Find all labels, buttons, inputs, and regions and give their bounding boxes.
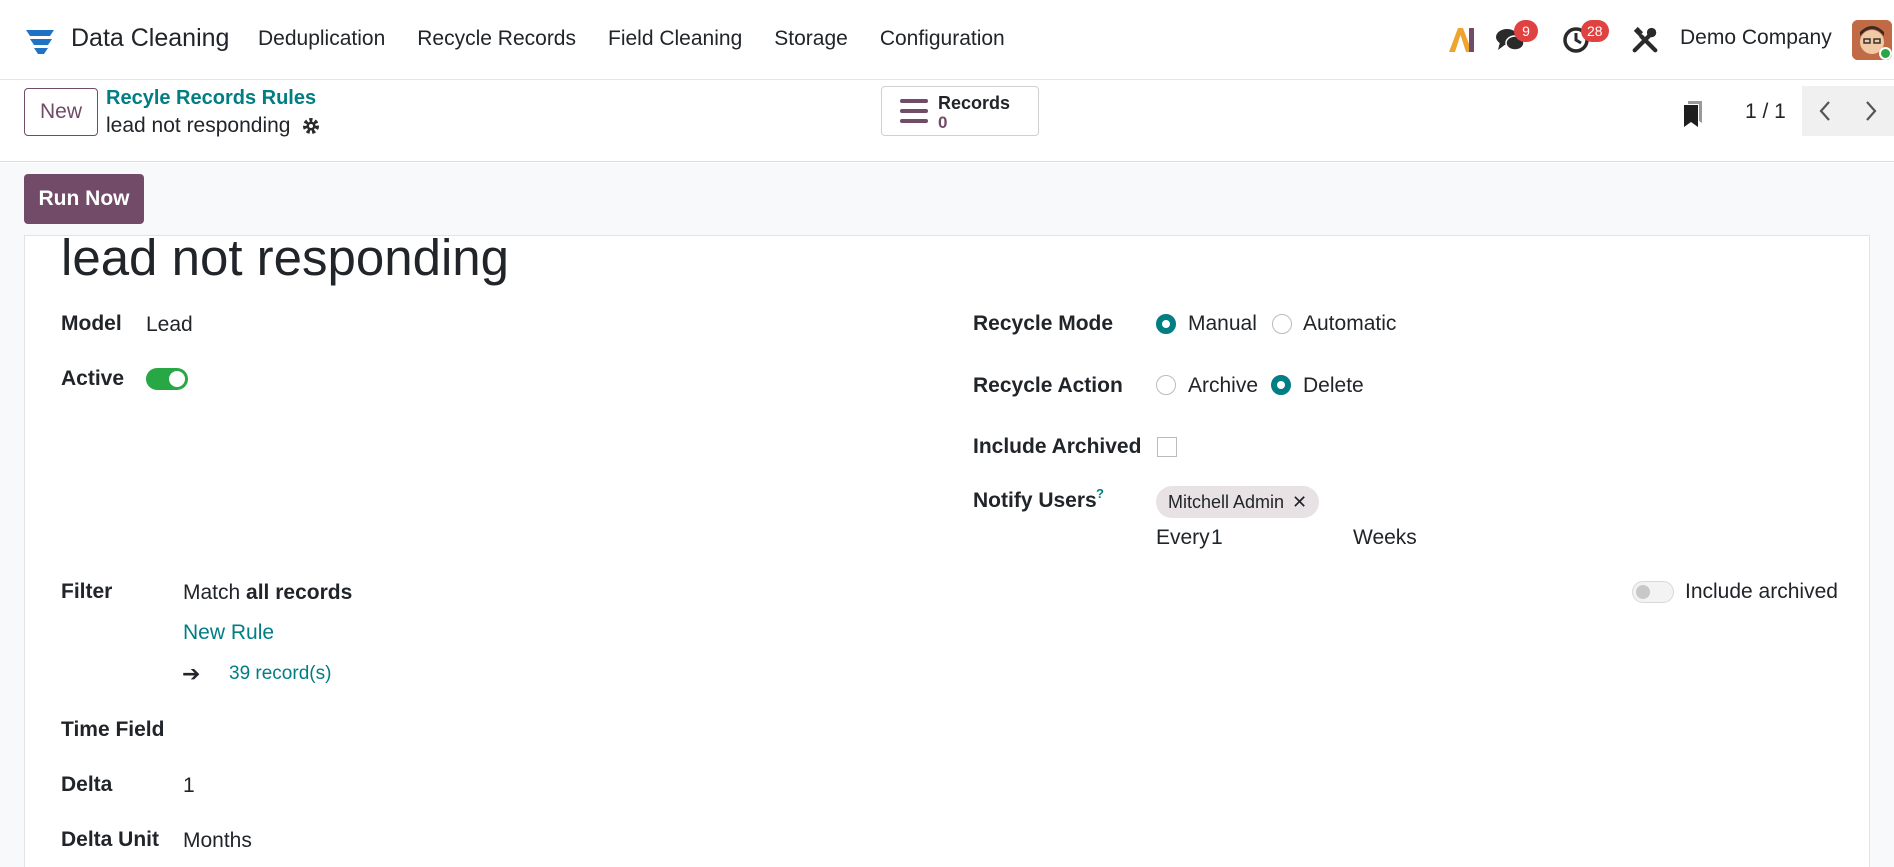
- filter-label: Filter: [61, 580, 113, 603]
- chevron-left-icon: [1819, 101, 1830, 121]
- run-now-button[interactable]: Run Now: [24, 174, 144, 224]
- menu-field-cleaning[interactable]: Field Cleaning: [608, 27, 742, 51]
- pager-next-button[interactable]: [1848, 86, 1894, 136]
- records-count-link[interactable]: 39 record(s): [229, 663, 331, 685]
- notify-user-tag-label: Mitchell Admin: [1168, 492, 1285, 512]
- recycle-action-delete-radio[interactable]: [1271, 375, 1291, 395]
- help-tooltip-icon[interactable]: ?: [1096, 486, 1104, 501]
- menu-storage[interactable]: Storage: [774, 27, 848, 51]
- delta-unit-label: Delta Unit: [61, 828, 160, 851]
- main-menu: Deduplication Recycle Records Field Clea…: [258, 27, 1037, 51]
- notify-every-label: Every: [1156, 526, 1210, 549]
- pager-value[interactable]: 1 / 1: [1745, 100, 1786, 124]
- menu-deduplication[interactable]: Deduplication: [258, 27, 385, 51]
- top-navbar: Data Cleaning Deduplication Recycle Reco…: [0, 0, 1894, 80]
- menu-configuration[interactable]: Configuration: [880, 27, 1005, 51]
- new-button[interactable]: New: [24, 88, 98, 136]
- arrow-right-icon: ➔: [182, 661, 201, 686]
- ai-icon[interactable]: [1445, 24, 1477, 56]
- messages-badge: 9: [1514, 20, 1538, 42]
- smart-button-label: Records: [938, 93, 1011, 113]
- filter-prefix: Match: [183, 581, 241, 604]
- filter-description: Match all records: [183, 581, 352, 605]
- app-logo-icon[interactable]: [24, 26, 56, 58]
- recycle-mode-manual-radio[interactable]: [1156, 314, 1176, 334]
- include-archived-toggle-label[interactable]: Include archived: [1685, 580, 1838, 604]
- record-breadcrumb-title: lead not responding: [106, 114, 291, 137]
- recycle-action-archive-label[interactable]: Archive: [1188, 374, 1258, 398]
- include-archived-checkbox[interactable]: [1157, 437, 1177, 457]
- delta-value[interactable]: 1: [183, 774, 195, 798]
- recycle-mode-label: Recycle Mode: [973, 312, 1114, 335]
- recycle-action-label: Recycle Action: [973, 374, 1123, 397]
- avatar[interactable]: [1852, 20, 1892, 60]
- include-archived-toggle[interactable]: [1632, 581, 1674, 603]
- new-rule-link[interactable]: New Rule: [183, 621, 274, 645]
- active-toggle[interactable]: [146, 368, 188, 390]
- record-title[interactable]: lead not responding: [61, 228, 509, 287]
- delta-label: Delta: [61, 773, 113, 796]
- include-archived-label: Include Archived: [973, 435, 1142, 458]
- notify-user-tag: Mitchell Admin ✕: [1156, 486, 1320, 518]
- recycle-action-delete-label[interactable]: Delete: [1303, 374, 1364, 398]
- records-smart-button[interactable]: Records 0: [881, 86, 1039, 136]
- recycle-mode-automatic-label[interactable]: Automatic: [1303, 312, 1396, 336]
- list-icon: [900, 99, 928, 123]
- notify-every-value[interactable]: 1: [1211, 526, 1223, 550]
- filter-scope[interactable]: all records: [246, 581, 352, 604]
- form-sheet: [24, 235, 1870, 867]
- chevron-right-icon: [1866, 101, 1877, 121]
- recycle-mode-manual-label[interactable]: Manual: [1188, 312, 1257, 336]
- notify-users-label: Notify Users: [973, 489, 1097, 512]
- gear-icon[interactable]: [301, 116, 321, 136]
- breadcrumb[interactable]: Recyle Records Rules: [106, 87, 316, 110]
- online-status-icon: [1879, 47, 1892, 60]
- pager-previous-button[interactable]: [1802, 86, 1848, 136]
- delta-unit-value[interactable]: Months: [183, 829, 252, 853]
- model-value[interactable]: Lead: [146, 313, 193, 337]
- recycle-action-archive-radio[interactable]: [1156, 375, 1176, 395]
- app-name[interactable]: Data Cleaning: [71, 24, 229, 53]
- control-panel: New Recyle Records Rules lead not respon…: [0, 80, 1894, 162]
- activities-badge: 28: [1581, 20, 1609, 42]
- smart-button-count: 0: [938, 113, 948, 132]
- time-field-label: Time Field: [61, 718, 165, 741]
- tools-icon[interactable]: [1630, 25, 1660, 55]
- remove-tag-icon[interactable]: ✕: [1292, 492, 1307, 512]
- model-label: Model: [61, 312, 122, 335]
- menu-recycle-records[interactable]: Recycle Records: [417, 27, 576, 51]
- active-label: Active: [61, 367, 125, 390]
- company-switcher[interactable]: Demo Company: [1680, 26, 1832, 50]
- notify-unit-value[interactable]: Weeks: [1353, 526, 1417, 550]
- recycle-mode-automatic-radio[interactable]: [1272, 314, 1292, 334]
- bookmark-icon[interactable]: [1682, 100, 1704, 128]
